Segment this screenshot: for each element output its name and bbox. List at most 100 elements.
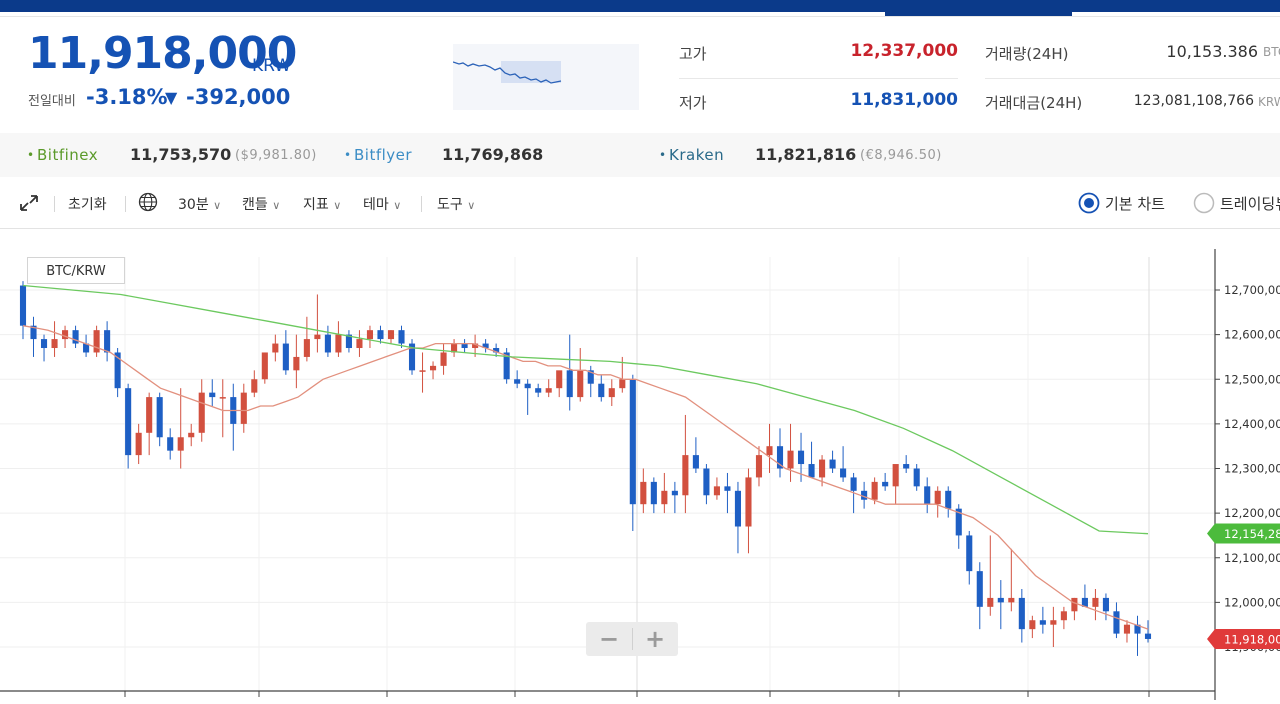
candle-body (514, 379, 521, 384)
zoom-in-button[interactable]: + (632, 622, 678, 656)
candle-body (1071, 597, 1078, 612)
candle-body (997, 597, 1004, 603)
candle-body (734, 490, 742, 527)
candle-body (293, 356, 300, 371)
candle-body (177, 437, 184, 451)
candle-body (913, 468, 920, 487)
candle-body (692, 455, 699, 469)
change-percent: -3.18% (86, 85, 168, 109)
candle-body (188, 432, 195, 438)
candle-body (72, 330, 79, 344)
globe-icon[interactable] (138, 192, 158, 216)
y-tick-label: 12,600,000 (1224, 328, 1280, 342)
bullet-icon: • (27, 148, 35, 162)
candle-body (524, 383, 531, 389)
candle-body (703, 468, 710, 496)
candle-body (934, 490, 941, 505)
tools-dropdown[interactable]: 도구 ∨ (437, 194, 475, 214)
reset-button[interactable]: 초기화 (68, 194, 107, 214)
candle-body (440, 352, 447, 366)
candle-body (104, 330, 111, 353)
chevron-down-icon: ∨ (272, 199, 281, 212)
candle-body (1113, 611, 1120, 634)
candle-body (209, 392, 216, 398)
candle-body (566, 370, 573, 398)
volume-unit: BTC (1263, 45, 1280, 59)
candle-body (871, 481, 878, 500)
candle-body (261, 352, 268, 380)
candle-body (650, 481, 657, 505)
high-label: 고가 (679, 45, 707, 63)
low-value: 11,831,000 (850, 90, 958, 110)
exchange-name-bitflyer[interactable]: Bitflyer (354, 146, 412, 164)
mini-sparkline (452, 61, 562, 84)
candle-body (167, 437, 174, 451)
exchange-name-bitfinex[interactable]: Bitfinex (37, 146, 98, 164)
amount-unit: KRW (1258, 95, 1280, 109)
candle-body (903, 464, 910, 469)
basic-chart-label[interactable]: 기본 차트 (1105, 193, 1165, 214)
candle-body (545, 388, 552, 393)
stats-divider (985, 78, 1280, 79)
candle-body (924, 486, 931, 505)
candle-body (198, 392, 205, 433)
pair-label: BTC/KRW (27, 257, 125, 284)
mini-price-chart[interactable] (452, 44, 639, 110)
radio-basic-chart[interactable] (1078, 192, 1100, 218)
candle-body (40, 339, 48, 349)
ma-long-line (22, 284, 1149, 535)
volume-value: 10,153.386 (1166, 42, 1258, 61)
amount-value: 123,081,108,766 (1133, 93, 1254, 109)
candle-body (766, 446, 773, 456)
indicators-dropdown[interactable]: 지표 ∨ (303, 194, 341, 214)
candle-body (19, 285, 27, 326)
candle-body (240, 392, 247, 424)
candle-body (724, 486, 731, 491)
last-price-tag-text: 11,918,00 (1224, 632, 1280, 646)
candle-body (640, 481, 647, 505)
y-tick-label: 12,000,000 (1224, 595, 1280, 609)
toolbar-divider (125, 196, 126, 212)
candle-body (272, 343, 279, 353)
candle-body (882, 481, 889, 487)
candle-body (62, 330, 69, 340)
toolbar-divider (54, 196, 55, 212)
theme-dropdown[interactable]: 테마 ∨ (363, 194, 401, 214)
candle-body (135, 432, 142, 456)
candle-body (629, 379, 636, 505)
candles-dropdown[interactable]: 캔들 ∨ (242, 194, 280, 214)
exchange-name-kraken[interactable]: Kraken (669, 146, 724, 164)
candle-body (387, 330, 395, 340)
volume-label: 거래량(24H) (985, 45, 1069, 63)
bullet-icon: • (344, 148, 352, 162)
candle-body (398, 330, 405, 344)
zoom-out-button[interactable]: − (586, 622, 632, 656)
chevron-down-icon: ∨ (393, 199, 402, 212)
candle-body (51, 339, 58, 349)
trading-view-label[interactable]: 트레이딩뷰 (1220, 193, 1280, 214)
candle-body (713, 486, 720, 496)
expand-icon[interactable] (19, 194, 39, 216)
interval-dropdown[interactable]: 30분 ∨ (178, 194, 221, 214)
candle-body (1050, 620, 1057, 625)
change-amount: -392,000 (186, 85, 291, 109)
candle-body (966, 535, 973, 572)
chevron-down-icon: ∨ (333, 199, 342, 212)
price-unit: KRW (252, 56, 292, 76)
candle-body (976, 571, 983, 607)
y-tick-label: 12,500,000 (1224, 372, 1280, 386)
y-tick-label: 12,300,000 (1224, 462, 1280, 476)
candle-body (808, 464, 815, 478)
candle-body (797, 450, 805, 465)
radio-trading-view[interactable] (1193, 192, 1215, 218)
y-tick-label: 12,400,000 (1224, 417, 1280, 431)
interval-label: 30분 (178, 197, 209, 213)
candle-body (1018, 597, 1025, 630)
top-divider (0, 16, 1280, 17)
candle-body (556, 370, 563, 389)
candle-body (377, 330, 384, 340)
candle-body (335, 334, 342, 353)
exchange-price-bitfinex: 11,753,570 (130, 145, 232, 164)
zoom-controls: − + (586, 622, 678, 656)
candle-body (787, 450, 794, 469)
